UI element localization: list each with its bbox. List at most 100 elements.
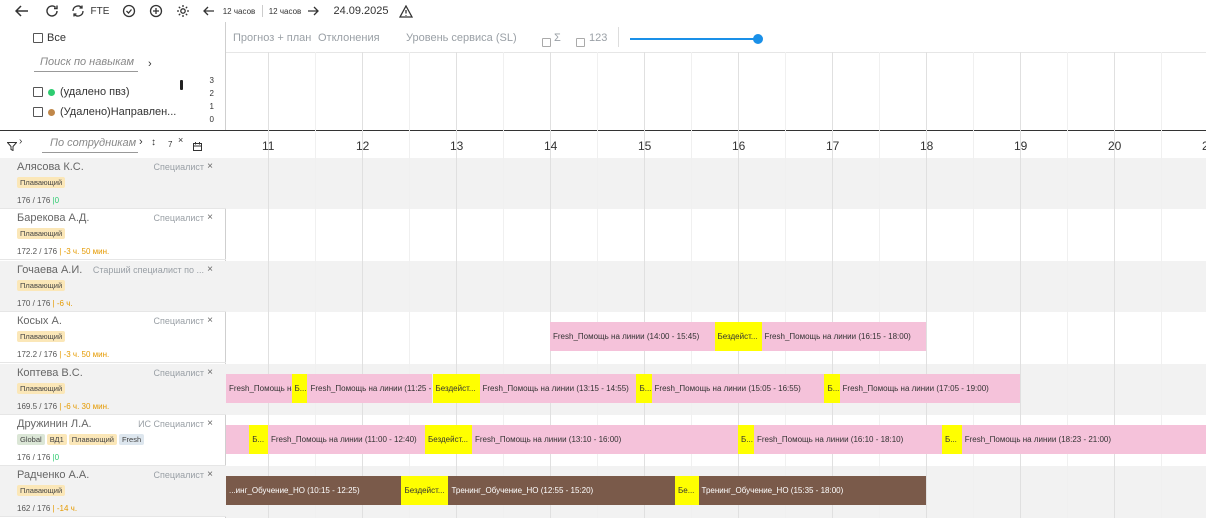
employee-tag: Плавающий [17, 485, 66, 497]
skill-label: (удалено пвз) [60, 86, 130, 98]
idle-block[interactable]: Б... [824, 373, 840, 403]
remove-employee-icon[interactable]: × [207, 469, 213, 480]
employee-name: Дружинин Л.А. [17, 418, 92, 430]
number-checkbox[interactable] [576, 34, 585, 52]
employee-tag: Плавающий [17, 177, 66, 188]
employee-row[interactable]: Радченко А.А. Специалист × Плавающий 162 / 1… [0, 466, 226, 518]
employee-tags: Global ВД1 Плавающий Fresh [17, 434, 145, 445]
hours-delta: | -14 ч. [52, 504, 78, 514]
step-back-arrow-icon[interactable] [200, 2, 218, 20]
employee-row[interactable]: Дружинин Л.А. ИС Специалист × Global ВД1 Плав… [0, 415, 226, 466]
idle-block[interactable]: Бездейст... [714, 322, 762, 352]
calendar-icon[interactable] [193, 138, 202, 156]
zoom-slider-handle[interactable] [753, 34, 763, 44]
remove-employee-icon[interactable]: × [207, 315, 213, 326]
skill-checkbox[interactable] [33, 107, 43, 117]
remove-employee-icon[interactable]: × [207, 367, 213, 378]
employee-tags: Плавающий [17, 485, 66, 497]
tab-deviations[interactable]: Отклонения [318, 32, 380, 44]
filter-funnel-icon[interactable] [6, 138, 18, 156]
idle-block[interactable]: Б... [636, 373, 652, 403]
employee-tags: Плавающий [17, 177, 66, 188]
shift-block[interactable]: Fresh_Помощь на линии (17:05 - 19:00) [839, 373, 1020, 403]
employee-search-chevron-icon[interactable]: › [139, 136, 143, 148]
select-all-checkbox[interactable] [33, 33, 43, 43]
employee-row[interactable]: Коптева В.С. Специалист × Плавающий 169.5 / … [0, 363, 226, 415]
employee-role: Специалист [153, 316, 204, 327]
hour-label: 14 [544, 139, 558, 153]
employee-search-input[interactable]: По сотрудникам [42, 137, 138, 153]
training-block[interactable]: Тренинг_Обучение_НО (12:55 - 15:20) [448, 476, 675, 506]
skill-item-1[interactable]: (Удалено)Направлен... [33, 106, 176, 118]
employee-role: ИС Специалист [138, 419, 204, 429]
employee-tag: Global [17, 434, 45, 445]
employee-row[interactable]: Барекова А.Д. Специалист × Плавающий 172.2 /… [0, 209, 226, 261]
filter-chevron-icon[interactable]: › [19, 136, 22, 147]
employee-tag: ВД1 [46, 434, 67, 445]
remove-employee-icon[interactable]: × [207, 418, 213, 429]
skill-color-dot [48, 88, 55, 96]
employee-role: Специалист [153, 470, 204, 481]
hours-delta: |0 [52, 453, 60, 462]
skill-search-input[interactable]: Поиск по навыкам [34, 56, 138, 72]
hour-label: 18 [920, 139, 934, 153]
shift-block[interactable] [226, 425, 250, 454]
sync-icon[interactable] [68, 2, 88, 20]
shift-block[interactable]: Fresh_Помощь на линии (15:05 - 16:55) [651, 373, 825, 403]
employee-tag: Плавающий [17, 331, 66, 343]
zoom-slider-track[interactable] [630, 38, 758, 40]
shift-block[interactable]: Fresh_Помощь на линии (18:23 - 21:00) [961, 425, 1206, 454]
sum-checkbox[interactable] [542, 34, 551, 52]
employee-count: 7 [168, 140, 173, 149]
back-arrow-icon[interactable] [12, 2, 32, 20]
idle-block[interactable]: Бездейст... [424, 425, 472, 454]
left-panel: Все Поиск по навыкам › (удалено пвз) (Уд… [0, 22, 226, 518]
employee-hours: 162 / 176 | -14 ч. [17, 504, 78, 514]
chart-tabs: Прогноз + план Отклонения Уровень сервис… [226, 22, 1206, 52]
tab-forecast-plan[interactable]: Прогноз + план [233, 32, 311, 44]
employee-row[interactable]: Гочаева А.И. Старший специалист по ... × Пл… [0, 260, 226, 312]
y-tick: 2 [209, 89, 214, 98]
remove-employee-icon[interactable]: × [207, 212, 213, 223]
clear-filter-icon[interactable]: × [178, 135, 183, 145]
skill-checkbox[interactable] [33, 87, 43, 97]
training-block[interactable]: Тренинг_Обучение_НО (15:35 - 18:00) [698, 476, 926, 506]
idle-block[interactable]: Б... [249, 425, 268, 454]
employee-row[interactable]: Косых А. Специалист × Плавающий 172.2 / 176 … [0, 312, 226, 364]
select-all[interactable]: Все [33, 32, 66, 44]
shift-block[interactable]: Fresh_Помощь на линии (13:15 - 14:55) [479, 373, 637, 403]
settings-gear-icon[interactable] [174, 2, 192, 20]
remove-employee-icon[interactable]: × [207, 264, 213, 275]
shift-block[interactable]: Fresh_Помощь на линии (11:00 - 12:40) [268, 425, 425, 454]
idle-block[interactable]: Бе... [675, 476, 699, 506]
employee-name: Коптева В.С. [17, 366, 83, 379]
employee-hours: 169.5 / 176 | -6 ч. 30 мин. [17, 401, 110, 411]
add-circle-icon[interactable] [147, 2, 165, 20]
skill-search-chevron-icon[interactable]: › [148, 58, 152, 70]
fte-button[interactable]: FTE [90, 2, 110, 20]
idle-block[interactable]: Б... [941, 425, 962, 454]
idle-block[interactable]: Бездейст... [401, 476, 449, 506]
shift-block[interactable]: Fresh_Помощь на линии (16:15 - 18:00) [761, 322, 926, 352]
approve-icon[interactable] [120, 2, 138, 20]
employee-tag: Плавающий [17, 228, 66, 240]
employee-name: Барекова А.Д. [17, 212, 90, 225]
idle-block[interactable]: Бездейст... [432, 373, 480, 403]
shift-block[interactable]: Fresh_Помощь на линии (14:00 - 15:45) [550, 322, 715, 352]
tab-service-level[interactable]: Уровень сервиса (SL) [406, 32, 517, 44]
shift-block[interactable]: Fresh_Помощь на линии (13:10 - 16:00) [471, 425, 738, 454]
training-block[interactable]: ...инг_Обучение_НО (10:15 - 12:25) [226, 476, 402, 506]
employee-tags: Плавающий [17, 228, 66, 240]
sort-icon[interactable]: ↕ [151, 137, 156, 148]
idle-block[interactable]: Б... [291, 373, 308, 403]
refresh-icon[interactable] [42, 2, 62, 20]
skill-item-0[interactable]: (удалено пвз) [33, 86, 130, 98]
skill-list-scrollbar[interactable] [180, 80, 183, 90]
shift-block[interactable]: Fresh_Помощь на линии (11:25 - ... [307, 373, 433, 403]
shift-block[interactable]: Fresh_Помощь на линии (16:10 - 18:10) [753, 425, 942, 454]
employee-filter-bar: › По сотрудникам › ↕ 7 × [0, 130, 226, 158]
remove-employee-icon[interactable]: × [207, 161, 213, 172]
employee-row[interactable]: Алясова К.С. Специалист × Плавающий 176 / 17… [0, 158, 226, 209]
shift-block[interactable]: Fresh_Помощь на линии (10:0... [226, 373, 292, 403]
idle-block[interactable]: Б... [738, 425, 754, 454]
